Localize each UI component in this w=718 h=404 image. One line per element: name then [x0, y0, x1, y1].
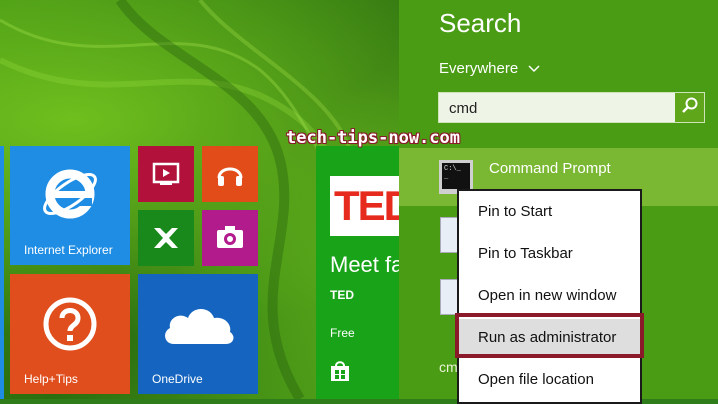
search-result-icon[interactable] — [440, 217, 458, 253]
question-mark-icon — [42, 296, 98, 357]
chevron-down-icon — [528, 60, 540, 77]
context-menu: Pin to Start Pin to Taskbar Open in new … — [457, 189, 642, 404]
headphones-icon — [215, 158, 245, 193]
search-scope-label: Everywhere — [439, 60, 519, 77]
camera-icon — [215, 224, 245, 255]
search-title: Search — [439, 8, 522, 38]
menu-item-pin-to-taskbar[interactable]: Pin to Taskbar — [459, 235, 640, 273]
search-result-icon[interactable] — [440, 279, 458, 315]
tile-help-tips[interactable]: Help+Tips — [10, 274, 130, 394]
tile-music[interactable] — [202, 146, 258, 202]
tile-onedrive[interactable]: OneDrive — [138, 274, 258, 394]
search-icon — [681, 96, 699, 119]
highlight-annotation — [455, 313, 644, 358]
tile-internet-explorer[interactable]: Internet Explorer — [10, 146, 130, 265]
search-result-label: Command Prompt — [489, 160, 611, 177]
search-box — [438, 92, 705, 124]
store-icon — [330, 360, 350, 387]
partial-tile[interactable] — [0, 146, 4, 399]
tile-ted[interactable]: TED Meet fa TED Free — [316, 146, 406, 399]
xbox-icon — [151, 224, 181, 257]
ted-logo: TED — [330, 176, 406, 236]
video-icon — [152, 160, 180, 193]
tile-label: Help+Tips — [24, 372, 78, 386]
tile-camera[interactable] — [202, 210, 258, 266]
tile-label: Internet Explorer — [24, 243, 113, 257]
ted-headline: Meet fa — [330, 252, 404, 277]
search-scope-dropdown[interactable]: Everywhere — [439, 60, 540, 77]
menu-item-open-in-new-window[interactable]: Open in new window — [459, 277, 640, 315]
internet-explorer-icon — [40, 164, 100, 229]
menu-item-pin-to-start[interactable]: Pin to Start — [459, 193, 640, 231]
menu-item-open-file-location[interactable]: Open file location — [459, 361, 640, 399]
search-input[interactable] — [439, 93, 687, 124]
tile-label: OneDrive — [152, 372, 203, 386]
ted-price: Free — [330, 326, 355, 340]
tile-games[interactable] — [138, 210, 194, 266]
tile-video[interactable] — [138, 146, 194, 202]
ted-app-name: TED — [330, 288, 354, 302]
cloud-icon — [160, 302, 236, 353]
watermark: tech-tips-now.com — [286, 128, 460, 148]
search-button[interactable] — [675, 93, 704, 122]
search-result-label[interactable]: cm — [439, 359, 458, 375]
